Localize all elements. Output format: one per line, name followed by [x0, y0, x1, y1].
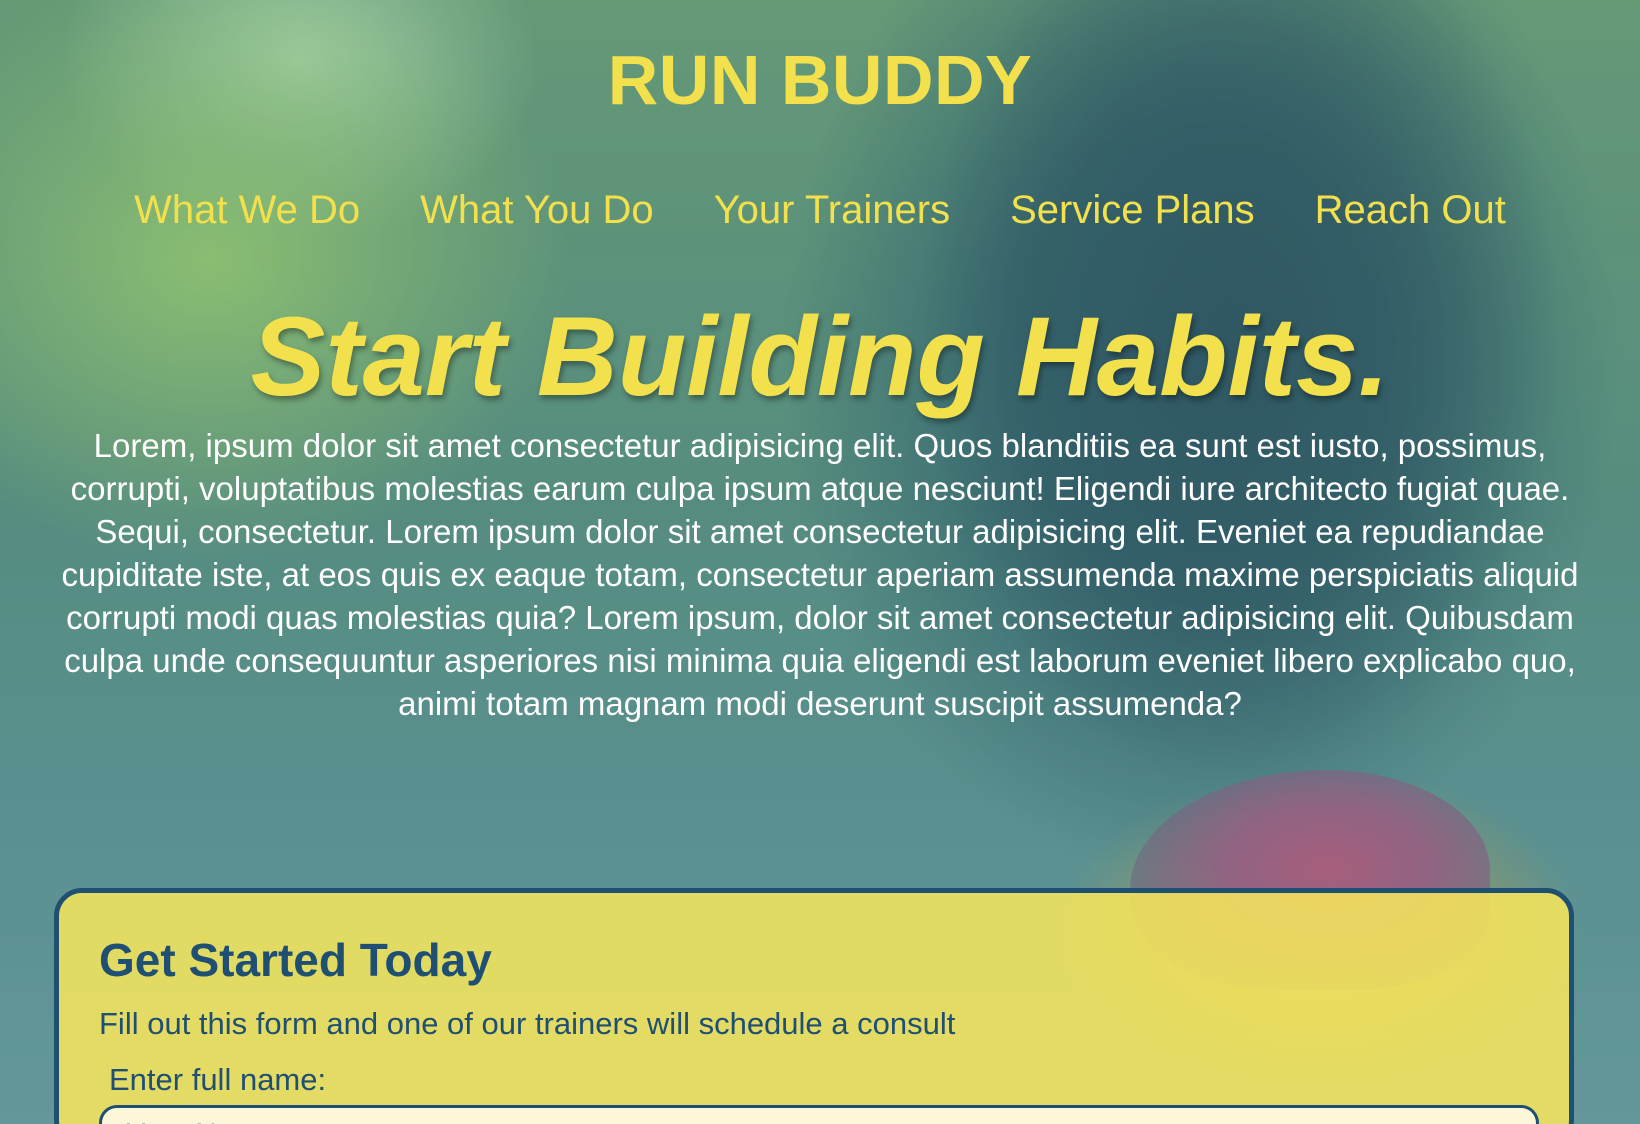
nav-link-what-we-do[interactable]: What We Do [134, 186, 360, 234]
nav-link-reach-out[interactable]: Reach Out [1315, 186, 1506, 234]
form-title: Get Started Today [99, 934, 492, 986]
site-logo[interactable]: RUN BUDDY [0, 0, 1640, 122]
hero-headline: Start Building Habits. [250, 294, 1390, 419]
nav-link-what-you-do[interactable]: What You Do [420, 186, 654, 234]
get-started-form: Get Started Today Fill out this form and… [54, 888, 1574, 1124]
site-header: RUN BUDDY What We Do What You Do Your Tr… [0, 0, 1640, 234]
main-nav: What We Do What You Do Your Trainers Ser… [0, 186, 1640, 234]
hero-description: Lorem, ipsum dolor sit amet consectetur … [61, 427, 1579, 722]
full-name-label: Enter full name: [109, 1062, 327, 1097]
nav-link-your-trainers[interactable]: Your Trainers [714, 186, 950, 234]
nav-link-service-plans[interactable]: Service Plans [1010, 186, 1255, 234]
form-subtitle: Fill out this form and one of our traine… [99, 1006, 956, 1041]
full-name-input[interactable] [99, 1105, 1539, 1124]
